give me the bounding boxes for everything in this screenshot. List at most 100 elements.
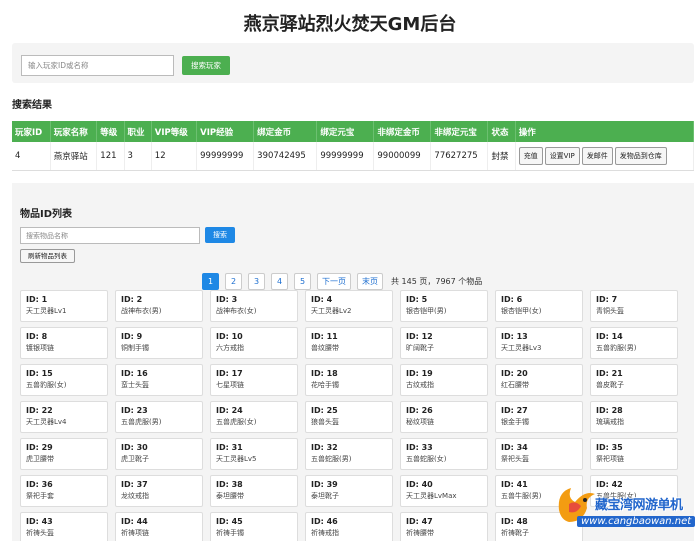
item-id: ID: 2: [121, 295, 143, 304]
page-button-3[interactable]: 3: [248, 272, 265, 290]
column-header: 绑定元宝: [316, 121, 375, 142]
column-header: VIP经验: [196, 121, 255, 142]
item-name: 五兽虎服(女): [216, 418, 257, 426]
send-mail-button[interactable]: 发邮件: [581, 146, 613, 165]
item-card[interactable]: ID: 10 六方戒指: [210, 327, 298, 359]
table-cell: 99999999: [316, 142, 375, 171]
item-card[interactable]: ID: 25 狼兽头盔: [305, 401, 393, 433]
item-name: 虎卫腰带: [26, 455, 54, 463]
item-card[interactable]: ID: 36 祭祀手套: [20, 475, 108, 507]
item-card[interactable]: ID: 15 五兽豹服(女): [20, 364, 108, 396]
item-card[interactable]: ID: 18 花哈手镯: [305, 364, 393, 396]
item-card[interactable]: ID: 37 龙纹戒指: [115, 475, 203, 507]
item-name: 五兽虎服(男): [121, 418, 162, 426]
item-card[interactable]: ID: 13 天工灵器Lv3: [495, 327, 583, 359]
item-card[interactable]: ID: 39 泰坦靴子: [305, 475, 393, 507]
item-card[interactable]: ID: 21 兽皮靴子: [590, 364, 678, 396]
page-button-1[interactable]: 1: [202, 272, 219, 290]
item-card[interactable]: ID: 24 五兽虎服(女): [210, 401, 298, 433]
item-card[interactable]: ID: 35 祭祀项链: [590, 438, 678, 470]
item-card[interactable]: ID: 4 天工灵器Lv2: [305, 290, 393, 322]
item-id: ID: 26: [406, 406, 433, 415]
item-card[interactable]: ID: 23 五兽虎服(男): [115, 401, 203, 433]
recharge-button[interactable]: 充值: [518, 146, 543, 165]
column-header: 非绑定金币: [373, 121, 432, 142]
results-heading: 搜索结果: [12, 100, 52, 111]
table-cell: 121: [96, 142, 125, 171]
items-heading: 物品ID列表: [20, 209, 73, 220]
item-card[interactable]: ID: 30 虎卫靴子: [115, 438, 203, 470]
item-id: ID: 11: [311, 332, 338, 341]
item-card[interactable]: ID: 32 五兽蛇服(男): [305, 438, 393, 470]
item-card[interactable]: ID: 33 五兽蛇服(女): [400, 438, 488, 470]
item-card[interactable]: ID: 44 祈祷项链: [115, 512, 203, 541]
item-id: ID: 19: [406, 369, 433, 378]
item-id: ID: 40: [406, 480, 433, 489]
set-vip-button[interactable]: 设置VIP: [544, 146, 580, 165]
item-card[interactable]: ID: 28 琉璃戒指: [590, 401, 678, 433]
item-name: 祭祀头盔: [501, 455, 529, 463]
item-card[interactable]: ID: 19 古纹戒指: [400, 364, 488, 396]
item-id: ID: 5: [406, 295, 428, 304]
item-card[interactable]: ID: 27 银金手镯: [495, 401, 583, 433]
item-name: 蛮士头盔: [121, 381, 149, 389]
send-item-to-warehouse-button[interactable]: 发物品到仓库: [614, 146, 667, 165]
page-button-4[interactable]: 4: [271, 272, 288, 290]
page-button-2[interactable]: 2: [225, 272, 242, 290]
item-card[interactable]: ID: 7 青铜头盔: [590, 290, 678, 322]
item-card[interactable]: ID: 45 祈祷手镯: [210, 512, 298, 541]
item-card[interactable]: ID: 12 旷阔靴子: [400, 327, 488, 359]
item-card[interactable]: ID: 38 泰坦腰带: [210, 475, 298, 507]
item-name: 兽皮靴子: [596, 381, 624, 389]
last-page-button[interactable]: 末页: [357, 272, 383, 290]
item-id: ID: 13: [501, 332, 528, 341]
item-card[interactable]: ID: 11 兽纹腰带: [305, 327, 393, 359]
item-search-input[interactable]: [20, 227, 200, 244]
item-id: ID: 30: [121, 443, 148, 452]
item-card[interactable]: ID: 40 天工灵器LvMax: [400, 475, 488, 507]
item-card[interactable]: ID: 47 祈祷腰带: [400, 512, 488, 541]
item-name: 祭祀项链: [596, 455, 624, 463]
page-button-5[interactable]: 5: [294, 272, 311, 290]
item-name: 泰坦腰带: [216, 492, 244, 500]
item-card[interactable]: ID: 29 虎卫腰带: [20, 438, 108, 470]
item-id: ID: 33: [406, 443, 433, 452]
item-card[interactable]: ID: 3 战神布衣(女): [210, 290, 298, 322]
item-card[interactable]: ID: 2 战神布衣(男): [115, 290, 203, 322]
item-name: 祈祷手镯: [216, 529, 244, 537]
item-card[interactable]: ID: 20 红石腰带: [495, 364, 583, 396]
item-id: ID: 37: [121, 480, 148, 489]
table-cell: 4: [12, 142, 51, 171]
item-id: ID: 23: [121, 406, 148, 415]
item-card[interactable]: ID: 1 天工灵器Lv1: [20, 290, 108, 322]
item-search-button[interactable]: 搜索: [205, 227, 235, 243]
item-id: ID: 10: [216, 332, 243, 341]
item-id: ID: 9: [121, 332, 143, 341]
item-id: ID: 15: [26, 369, 53, 378]
refresh-items-button[interactable]: 刷新物品列表: [20, 249, 75, 263]
player-search-input[interactable]: [21, 55, 174, 76]
item-card[interactable]: ID: 5 银杏铠甲(男): [400, 290, 488, 322]
item-card[interactable]: ID: 43 祈祷头盔: [20, 512, 108, 541]
item-id: ID: 1: [26, 295, 48, 304]
item-card[interactable]: ID: 34 祭祀头盔: [495, 438, 583, 470]
item-name: 铜制手镯: [121, 344, 149, 352]
item-card[interactable]: ID: 16 蛮士头盔: [115, 364, 203, 396]
item-id: ID: 38: [216, 480, 243, 489]
item-card[interactable]: ID: 26 秘纹项链: [400, 401, 488, 433]
item-card[interactable]: ID: 9 铜制手镯: [115, 327, 203, 359]
item-card[interactable]: ID: 14 五兽豹服(男): [590, 327, 678, 359]
item-id: ID: 14: [596, 332, 623, 341]
item-card[interactable]: ID: 6 银杏铠甲(女): [495, 290, 583, 322]
item-name: 琉璃戒指: [596, 418, 624, 426]
item-card[interactable]: ID: 31 天工灵器Lv5: [210, 438, 298, 470]
search-player-button[interactable]: 搜索玩家: [182, 56, 230, 75]
pagination: 1 2 3 4 5 下一页 末页共 145 页，7967 个物品: [202, 272, 482, 290]
item-card[interactable]: ID: 46 祈祷戒指: [305, 512, 393, 541]
item-card[interactable]: ID: 17 七星项链: [210, 364, 298, 396]
next-page-button[interactable]: 下一页: [317, 272, 351, 290]
item-name: 祈祷腰带: [406, 529, 434, 537]
item-name: 旷阔靴子: [406, 344, 434, 352]
item-card[interactable]: ID: 22 天工灵器Lv4: [20, 401, 108, 433]
item-card[interactable]: ID: 8 镀银项链: [20, 327, 108, 359]
